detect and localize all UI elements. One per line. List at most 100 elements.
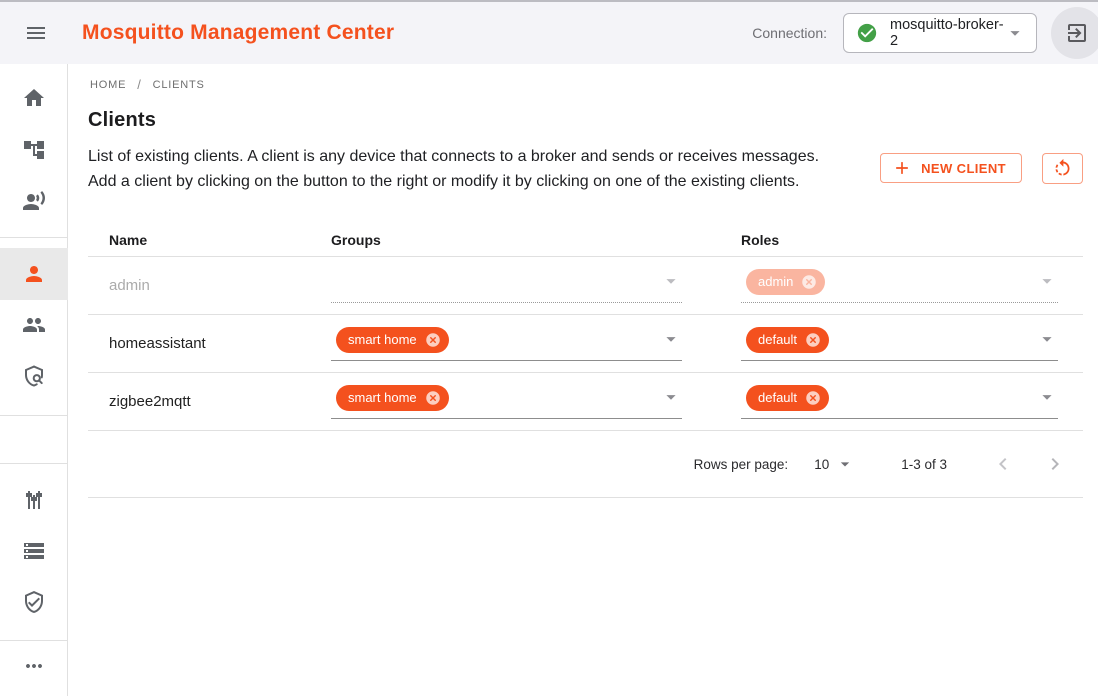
column-header-roles: Roles	[741, 232, 1083, 248]
sidebar-item-streams[interactable]	[0, 527, 68, 575]
rows-per-page-select[interactable]: 10	[814, 454, 855, 474]
policy-shield-search-icon	[22, 364, 46, 388]
chevron-down-icon	[660, 270, 682, 292]
description-row: List of existing clients. A client is an…	[88, 144, 1083, 194]
menu-button[interactable]	[16, 13, 56, 53]
new-client-label: NEW CLIENT	[921, 161, 1006, 176]
sidebar-divider	[0, 640, 68, 641]
chevron-down-icon	[1036, 270, 1058, 292]
chip-label: default	[758, 390, 797, 405]
page-description: List of existing clients. A client is an…	[88, 144, 836, 194]
breadcrumb-current: CLIENTS	[153, 79, 205, 91]
plus-icon	[892, 158, 912, 178]
people-icon	[22, 313, 46, 337]
groups-select[interactable]	[331, 269, 682, 303]
roles-select[interactable]: default	[741, 385, 1058, 419]
chip-delete-icon[interactable]	[424, 331, 442, 349]
connection-area: Connection: mosquitto-broker-2	[752, 7, 1098, 59]
client-name: homeassistant	[109, 335, 206, 352]
app-header: Mosquitto Management Center Connection: …	[0, 0, 1098, 64]
chevron-down-icon	[660, 386, 682, 408]
column-header-name: Name	[88, 232, 331, 248]
roles-select[interactable]: default	[741, 327, 1058, 361]
sidebar-item-home[interactable]	[0, 74, 68, 122]
sidebar-divider	[0, 415, 68, 416]
sidebar	[0, 64, 68, 696]
chip-delete-icon[interactable]	[424, 389, 442, 407]
check-circle-icon	[856, 22, 878, 44]
storage-list-icon	[22, 539, 46, 563]
connection-value: mosquitto-broker-2	[890, 17, 1004, 49]
page-title: Clients	[88, 109, 1083, 132]
chevron-down-icon	[1004, 22, 1026, 44]
sidebar-item-topic-tree[interactable]	[0, 126, 68, 174]
chevron-down-icon	[1036, 386, 1058, 408]
breadcrumb-separator: /	[137, 77, 141, 92]
record-voice-icon	[22, 189, 46, 213]
sidebar-item-broadcast-client[interactable]	[0, 177, 68, 225]
page-actions: NEW CLIENT	[880, 153, 1083, 194]
hamburger-icon	[24, 21, 48, 45]
sidebar-item-clients[interactable]	[0, 250, 68, 298]
role-chip: default	[746, 385, 829, 411]
sidebar-item-settings[interactable]	[0, 476, 68, 524]
chip-label: smart home	[348, 390, 417, 405]
refresh-button[interactable]	[1042, 153, 1083, 184]
sidebar-item-more[interactable]	[0, 642, 68, 690]
chip-delete-icon[interactable]	[804, 389, 822, 407]
new-client-button[interactable]: NEW CLIENT	[880, 153, 1022, 183]
sidebar-divider	[0, 463, 68, 464]
clients-table: Name Groups Roles admin admin	[88, 223, 1083, 498]
breadcrumb: HOME / CLIENTS	[90, 64, 1083, 92]
table-row[interactable]: zigbee2mqtt smart home default	[88, 373, 1083, 431]
sidebar-divider	[0, 237, 68, 238]
next-page-button[interactable]	[1037, 446, 1073, 482]
client-name: admin	[109, 277, 150, 294]
groups-select[interactable]: smart home	[331, 327, 682, 361]
main-content: HOME / CLIENTS Clients List of existing …	[68, 64, 1098, 696]
chevron-down-icon	[835, 454, 855, 474]
connection-select[interactable]: mosquitto-broker-2	[843, 13, 1037, 53]
chip-label: smart home	[348, 332, 417, 347]
chip-delete-icon[interactable]	[804, 331, 822, 349]
verified-shield-icon	[22, 590, 46, 614]
previous-page-button[interactable]	[985, 446, 1021, 482]
exit-to-app-icon	[1065, 21, 1089, 45]
tune-sliders-icon	[22, 488, 46, 512]
sidebar-item-groups[interactable]	[0, 301, 68, 349]
chevron-down-icon	[1036, 328, 1058, 350]
person-icon	[22, 262, 46, 286]
pagination-range: 1-3 of 3	[901, 457, 947, 472]
chip-label: default	[758, 332, 797, 347]
rows-per-page-value: 10	[814, 457, 829, 472]
rows-per-page-label: Rows per page:	[694, 457, 789, 472]
breadcrumb-home[interactable]: HOME	[90, 79, 126, 91]
table-header: Name Groups Roles	[88, 223, 1083, 257]
chevron-left-icon	[991, 452, 1015, 476]
app-title: Mosquitto Management Center	[82, 21, 394, 45]
rotate-left-icon	[1052, 158, 1073, 179]
logout-button[interactable]	[1051, 7, 1098, 59]
more-horiz-icon	[22, 654, 46, 678]
chevron-right-icon	[1043, 452, 1067, 476]
table-pagination: Rows per page: 10 1-3 of 3	[88, 431, 1083, 498]
role-chip: admin	[746, 269, 825, 295]
roles-select[interactable]: admin	[741, 269, 1058, 303]
account-tree-icon	[22, 138, 46, 162]
groups-select[interactable]: smart home	[331, 385, 682, 419]
connection-label: Connection:	[752, 25, 827, 41]
sidebar-item-roles[interactable]	[0, 352, 68, 400]
client-name: zigbee2mqtt	[109, 393, 191, 410]
table-row[interactable]: admin admin	[88, 257, 1083, 315]
app-window: Mosquitto Management Center Connection: …	[0, 0, 1098, 696]
group-chip: smart home	[336, 327, 449, 353]
column-header-groups: Groups	[331, 232, 741, 248]
chevron-down-icon	[660, 328, 682, 350]
sidebar-item-security[interactable]	[0, 578, 68, 626]
role-chip: default	[746, 327, 829, 353]
chip-delete-icon[interactable]	[800, 273, 818, 291]
table-row[interactable]: homeassistant smart home default	[88, 315, 1083, 373]
group-chip: smart home	[336, 385, 449, 411]
chip-label: admin	[758, 274, 793, 289]
home-icon	[22, 86, 46, 110]
